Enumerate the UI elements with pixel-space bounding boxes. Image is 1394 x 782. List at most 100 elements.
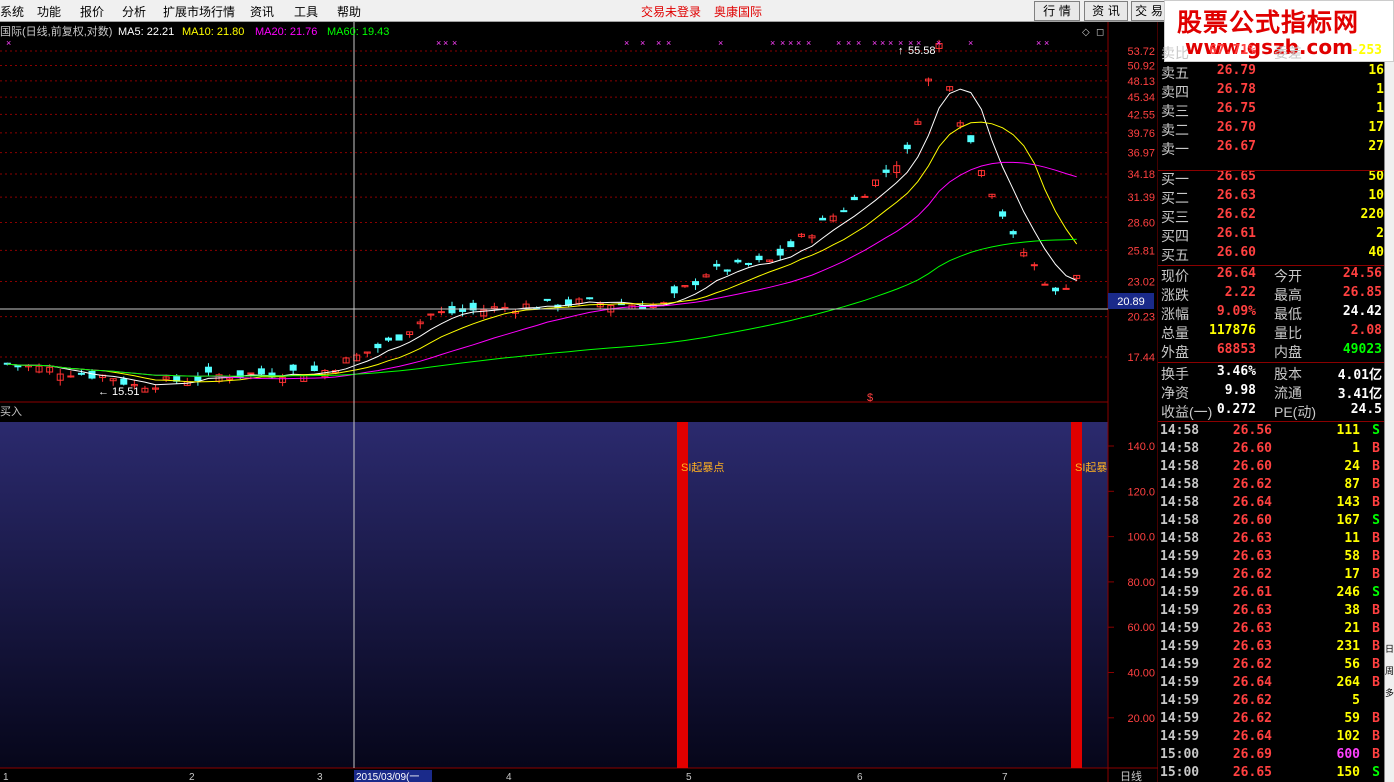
candle-body (999, 211, 1007, 217)
sidebar-period-button[interactable]: 日 (1385, 642, 1394, 655)
price-tick-label: 20.23 (1127, 312, 1155, 324)
tick-volume: 102 (1336, 729, 1360, 744)
date-axis-number: 2 (189, 772, 195, 782)
candle-body (1052, 287, 1060, 292)
chart-info-label: 国际(日线,前复权,对数) (0, 24, 112, 38)
tick-price: 26.62 (1232, 477, 1272, 492)
candle-body (543, 298, 551, 301)
candle-body (120, 378, 128, 385)
candle-body (903, 144, 911, 150)
menu-system[interactable]: 系统 (0, 3, 24, 20)
candle-body (787, 241, 795, 248)
menu-function[interactable]: 功能 (37, 3, 61, 20)
menu-tools[interactable]: 工具 (294, 3, 318, 20)
bid-row: 买五 26.60 40 (1158, 244, 1384, 263)
indicator-tick-label: 100.0 (1127, 532, 1155, 544)
candle-body (723, 269, 731, 272)
candle-body (1041, 283, 1049, 286)
kline-chart[interactable]: 53.72 50.92 48.13 45.34 42.55 39.76 36.97 34.18… (0, 0, 1158, 782)
divider (1158, 170, 1384, 171)
ma10-label: MA10: 21.80 (182, 26, 244, 38)
divider (1158, 362, 1384, 363)
sidebar-period-button[interactable]: 多 (1385, 686, 1394, 699)
signal-x-marker: × (1044, 38, 1049, 48)
tick-row: 14:58 26.64 143 B (1158, 494, 1384, 512)
ask-price: 26.75 (1216, 101, 1256, 116)
tick-direction: B (1372, 621, 1380, 636)
tick-time: 14:58 (1160, 441, 1200, 456)
menu-extended-market[interactable]: 扩展市场行情 (163, 3, 235, 20)
bid-price: 26.60 (1216, 245, 1256, 260)
tick-price: 26.60 (1232, 513, 1272, 528)
tick-volume: 111 (1336, 423, 1360, 438)
ask-price: 26.70 (1216, 120, 1256, 135)
stat-row: 涨幅 9.09% 最低 24.42 (1158, 303, 1384, 322)
tick-row: 14:59 26.63 231 B (1158, 638, 1384, 656)
indicator-tick-label: 140.0 (1127, 441, 1155, 453)
stat-value: 26.85 (1342, 285, 1382, 300)
news-tab-button[interactable]: 资 讯 (1084, 1, 1128, 21)
date-axis-number: 5 (686, 772, 692, 782)
bid-row: 买四 26.61 2 (1158, 225, 1384, 244)
candle-body (586, 297, 594, 300)
sidebar-period-button[interactable]: 周 (1385, 664, 1394, 677)
ask-label: 卖四 (1161, 84, 1189, 100)
tick-row: 14:59 26.63 21 B (1158, 620, 1384, 638)
bid-label: 买二 (1161, 190, 1189, 206)
ask-volume: 17 (1368, 120, 1384, 135)
tick-row: 14:58 26.63 11 B (1158, 530, 1384, 548)
candle-body (310, 365, 318, 372)
tick-price: 26.64 (1232, 675, 1272, 690)
ma5-label: MA5: 22.21 (118, 26, 174, 38)
candle-body (755, 255, 763, 261)
quote-tab-button[interactable]: 行 情 (1034, 1, 1080, 21)
tick-direction: B (1372, 729, 1380, 744)
tick-row: 14:59 26.62 59 B (1158, 710, 1384, 728)
signal-x-marker: × (640, 38, 645, 48)
signal-x-marker: × (6, 38, 11, 48)
tick-price: 26.63 (1232, 603, 1272, 618)
date-axis-number: 1 (3, 772, 9, 782)
login-status[interactable]: 交易未登录 (641, 3, 701, 20)
menu-quote[interactable]: 报价 (80, 3, 104, 20)
candle-body (1009, 231, 1017, 235)
signal-x-marker: × (656, 38, 661, 48)
menu-news[interactable]: 资讯 (250, 3, 274, 20)
stat-value: 0.272 (1216, 402, 1256, 417)
stat-value: 3.46% (1216, 364, 1256, 379)
stat-label: 内盘 (1274, 344, 1302, 360)
candle-body (840, 210, 848, 213)
tick-row: 14:59 26.64 102 B (1158, 728, 1384, 746)
broker-name[interactable]: 奥康国际 (714, 3, 762, 20)
candle-body (744, 262, 752, 265)
tick-price: 26.62 (1232, 567, 1272, 582)
tick-price: 26.63 (1232, 639, 1272, 654)
price-tick-label: 28.60 (1127, 217, 1155, 229)
date-cursor-label: 2015/03/09(一 (356, 772, 419, 782)
tick-volume: 264 (1336, 675, 1360, 690)
indicator-title: 买入 (0, 405, 22, 418)
tick-time: 14:58 (1160, 477, 1200, 492)
right-sidebar[interactable]: 日周多 (1384, 62, 1394, 782)
tick-direction: S (1372, 585, 1380, 600)
menu-help[interactable]: 帮助 (337, 3, 361, 20)
candle-body (437, 311, 445, 314)
candle-body (374, 343, 382, 349)
tick-time: 14:58 (1160, 423, 1200, 438)
tick-price: 26.56 (1232, 423, 1272, 438)
indicator-tick-label: 40.00 (1127, 668, 1155, 680)
ma20-label: MA20: 21.76 (255, 26, 317, 38)
stat-row: 净资 9.98 流通 3.41亿 (1158, 382, 1384, 402)
candle-body (1062, 287, 1070, 290)
ask-volume: 16 (1368, 63, 1384, 78)
ask-volume: 27 (1368, 139, 1384, 154)
main-chart-area (0, 22, 1158, 402)
trade-tab-button[interactable]: 交 易 (1131, 1, 1167, 21)
stat-value: 3.41亿 (1337, 387, 1382, 402)
candle-body (384, 337, 392, 341)
stat-value: 117876 (1209, 323, 1256, 338)
tick-time: 14:59 (1160, 729, 1200, 744)
menu-analysis[interactable]: 分析 (122, 3, 146, 20)
order-ratio-label: 卖比 (1161, 45, 1189, 61)
tick-volume: 5 (1352, 693, 1360, 708)
